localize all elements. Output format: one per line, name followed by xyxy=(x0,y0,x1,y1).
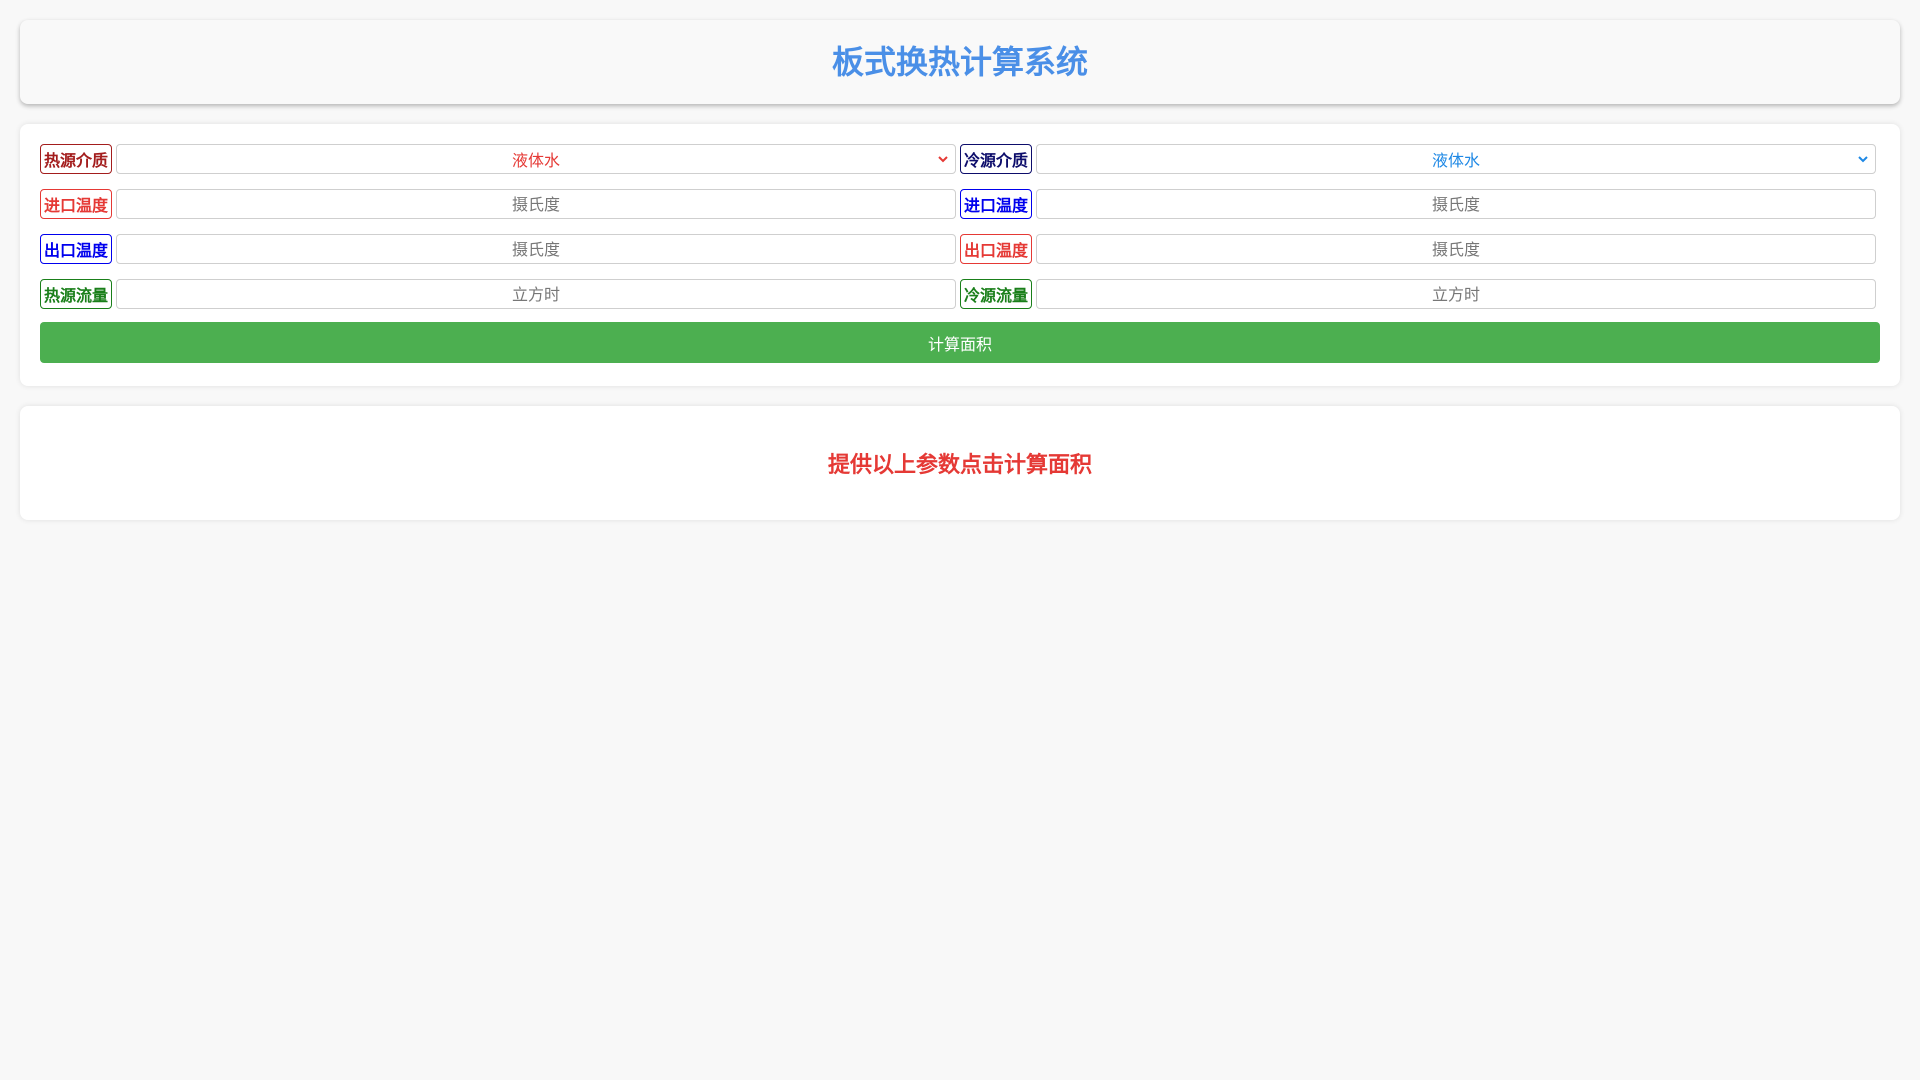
hot-medium-label: 热源介质 xyxy=(40,144,112,174)
medium-row: 热源介质 液体水 冷源介质 液体水 xyxy=(40,144,1880,174)
chevron-down-icon xyxy=(1858,156,1868,163)
result-message: 提供以上参数点击计算面积 xyxy=(827,453,1092,478)
page-title: 板式换热计算系统 xyxy=(831,43,1088,81)
cold-flow-input[interactable] xyxy=(1036,279,1876,309)
outlet-row: 出口温度 出口温度 xyxy=(40,234,1880,264)
form-grid: 热源介质 液体水 冷源介质 液体水 进口温度 进口温度 xyxy=(40,144,1880,363)
hot-outlet-temp-label: 出口温度 xyxy=(40,234,112,264)
hot-inlet-temp-label: 进口温度 xyxy=(40,189,112,219)
cold-inlet-temp-input[interactable] xyxy=(1036,189,1876,219)
hot-medium-value: 液体水 xyxy=(511,151,560,170)
inlet-row: 进口温度 进口温度 xyxy=(40,189,1880,219)
hot-outlet-temp-input[interactable] xyxy=(116,234,956,264)
form-card: 热源介质 液体水 冷源介质 液体水 进口温度 进口温度 xyxy=(20,124,1900,386)
chevron-down-icon xyxy=(938,156,948,163)
flow-row: 热源流量 冷源流量 xyxy=(40,279,1880,309)
hot-flow-label: 热源流量 xyxy=(40,279,112,309)
cold-outlet-temp-label: 出口温度 xyxy=(960,234,1032,264)
result-card: 提供以上参数点击计算面积 xyxy=(20,406,1900,520)
cold-medium-select[interactable]: 液体水 xyxy=(1036,144,1876,174)
hot-medium-select[interactable]: 液体水 xyxy=(116,144,956,174)
header-card: 板式换热计算系统 xyxy=(20,20,1900,104)
cold-outlet-temp-input[interactable] xyxy=(1036,234,1876,264)
cold-medium-label: 冷源介质 xyxy=(960,144,1032,174)
cold-flow-label: 冷源流量 xyxy=(960,279,1032,309)
cold-inlet-temp-label: 进口温度 xyxy=(960,189,1032,219)
hot-inlet-temp-input[interactable] xyxy=(116,189,956,219)
cold-medium-value: 液体水 xyxy=(1431,151,1480,170)
hot-flow-input[interactable] xyxy=(116,279,956,309)
calculate-area-button[interactable]: 计算面积 xyxy=(40,322,1880,363)
